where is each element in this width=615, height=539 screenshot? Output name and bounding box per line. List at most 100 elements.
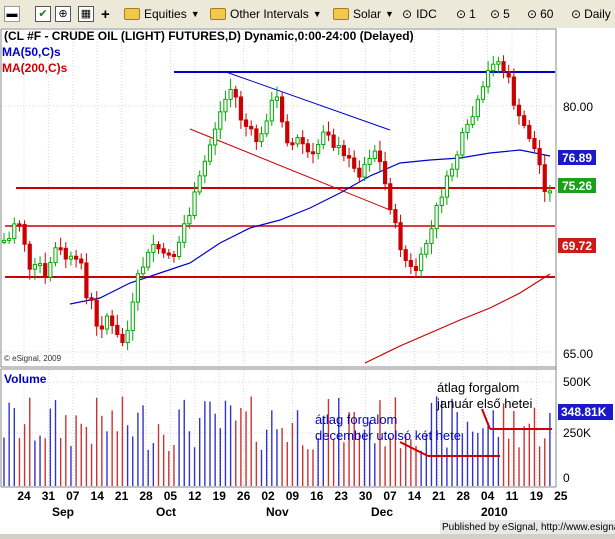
month-label-2010: 2010 bbox=[481, 505, 508, 519]
candle-body bbox=[419, 253, 424, 272]
interval-60-button[interactable]: ⊙ 60 bbox=[527, 4, 553, 24]
price-tick-label: 80.00 bbox=[563, 100, 593, 114]
date-tick-label: 25 bbox=[554, 489, 568, 503]
candle-body bbox=[362, 163, 367, 178]
candle-body bbox=[130, 301, 135, 332]
candle-body bbox=[542, 164, 547, 193]
annotation-jan-line-2: január első hetei bbox=[437, 396, 533, 411]
candle-body bbox=[274, 96, 280, 101]
candle-body bbox=[243, 119, 249, 127]
date-tick-label: 28 bbox=[457, 489, 471, 503]
candle-body bbox=[233, 88, 238, 98]
candle-body bbox=[182, 223, 187, 243]
solar-menu[interactable]: Solar ▼ bbox=[333, 4, 394, 24]
date-tick-label: 02 bbox=[261, 489, 275, 503]
copyright-text: © eSignal, 2009 bbox=[4, 354, 62, 363]
crosshair-icon[interactable]: + bbox=[101, 4, 110, 24]
intervals-menu[interactable]: Other Intervals ▼ bbox=[210, 4, 322, 24]
candle-body bbox=[151, 243, 156, 253]
candle-body bbox=[516, 104, 522, 117]
chart-area[interactable]: 80.00 65.00 76.89 75.26 69.72 500K 250K … bbox=[0, 28, 615, 534]
candle-body bbox=[393, 209, 398, 224]
date-tick-label: 16 bbox=[310, 489, 324, 503]
candle-body bbox=[207, 144, 213, 162]
checkbox-icon[interactable]: ✔ bbox=[35, 4, 51, 24]
ma50-price-label: 76.89 bbox=[562, 151, 592, 165]
intervals-label: Other Intervals bbox=[230, 7, 309, 21]
candle-body bbox=[470, 116, 475, 125]
volume-tag-label: 348.81K bbox=[561, 405, 607, 419]
interval-60-label: 60 bbox=[540, 7, 554, 21]
ma200-price-label: 69.72 bbox=[562, 239, 592, 253]
candle-body bbox=[331, 134, 336, 148]
date-tick-label: 23 bbox=[335, 489, 349, 503]
candle-body bbox=[403, 249, 408, 261]
candle-body bbox=[511, 76, 516, 106]
date-tick-label: 14 bbox=[408, 489, 422, 503]
candle-body bbox=[104, 315, 110, 330]
date-tick-label: 11 bbox=[506, 489, 519, 503]
candle-body bbox=[140, 266, 146, 275]
date-tick-label: 31 bbox=[42, 489, 56, 503]
date-tick-label: 05 bbox=[164, 489, 178, 503]
candle-body bbox=[326, 131, 331, 136]
candle-body bbox=[480, 86, 486, 100]
date-tick-label: 12 bbox=[188, 489, 202, 503]
candle-body bbox=[434, 205, 439, 230]
search-icon: ⊙ bbox=[571, 7, 582, 21]
candle-body bbox=[1, 239, 7, 243]
date-tick-label: 07 bbox=[66, 489, 80, 503]
candle-body bbox=[398, 222, 403, 251]
candle-body bbox=[187, 215, 192, 225]
magnify-icon[interactable]: ⊕ bbox=[55, 4, 71, 24]
interval-1-label: 1 bbox=[469, 7, 476, 21]
candle-body bbox=[372, 150, 377, 160]
link-icon[interactable]: ▬ bbox=[4, 4, 20, 24]
price-tick-label: 65.00 bbox=[563, 347, 593, 361]
date-tick-label: 21 bbox=[432, 489, 446, 503]
candle-body bbox=[17, 223, 22, 227]
candle-body bbox=[110, 315, 115, 326]
candle-body bbox=[32, 264, 37, 270]
candle-body bbox=[506, 71, 511, 78]
candle-body bbox=[202, 160, 207, 177]
equities-menu[interactable]: Equities ▼ bbox=[124, 4, 200, 24]
interval-1-button[interactable]: ⊙ 1 bbox=[456, 4, 476, 24]
candle-body bbox=[408, 259, 413, 267]
candle-body bbox=[7, 238, 12, 242]
date-tick-label: 09 bbox=[286, 489, 300, 503]
candle-body bbox=[285, 121, 290, 144]
interval-daily-button[interactable]: ⊙ Daily bbox=[571, 4, 611, 24]
published-credit: Published by eSignal, http://www.esignal… bbox=[442, 522, 615, 533]
candle-body bbox=[254, 128, 259, 143]
candle-body bbox=[455, 154, 460, 170]
candle-body bbox=[115, 324, 120, 336]
candlestick-chart[interactable]: 80.00 65.00 76.89 75.26 69.72 500K 250K … bbox=[0, 28, 615, 534]
chevron-down-icon: ▼ bbox=[190, 9, 200, 19]
candle-body bbox=[120, 334, 125, 344]
candle-body bbox=[249, 125, 254, 130]
candle-body bbox=[290, 142, 295, 146]
candle-body bbox=[79, 258, 84, 264]
ma50-legend[interactable]: MA(50,C)s bbox=[2, 45, 61, 59]
annotation-dec-line-1: átlag forgalom bbox=[315, 412, 398, 427]
candle-body bbox=[352, 157, 357, 169]
price-pane bbox=[0, 28, 557, 368]
volume-label[interactable]: Volume bbox=[4, 372, 46, 386]
candle-body bbox=[53, 247, 58, 264]
idc-button[interactable]: ⊙ IDC bbox=[402, 4, 437, 24]
date-ticks: 24 31 07 14 21 28 05 12 19 26 02 09 16 23 30 07 14 21 28 04… bbox=[17, 489, 567, 503]
annotation-january: átlag forgalom január első hetei bbox=[437, 380, 532, 412]
folder-icon bbox=[210, 8, 226, 20]
folder-icon bbox=[124, 8, 140, 20]
solar-label: Solar bbox=[353, 7, 382, 21]
interval-5-button[interactable]: ⊙ 5 bbox=[490, 4, 510, 24]
candle-body bbox=[496, 61, 501, 65]
grid-icon[interactable]: ▦ bbox=[78, 4, 94, 24]
volume-tick-label: 0 bbox=[563, 471, 570, 485]
month-label-nov: Nov bbox=[266, 505, 289, 519]
candle-body bbox=[43, 263, 48, 278]
ma200-legend[interactable]: MA(200,C)s bbox=[2, 61, 67, 75]
idc-label: IDC bbox=[416, 7, 437, 21]
date-tick-label: 14 bbox=[91, 489, 105, 503]
